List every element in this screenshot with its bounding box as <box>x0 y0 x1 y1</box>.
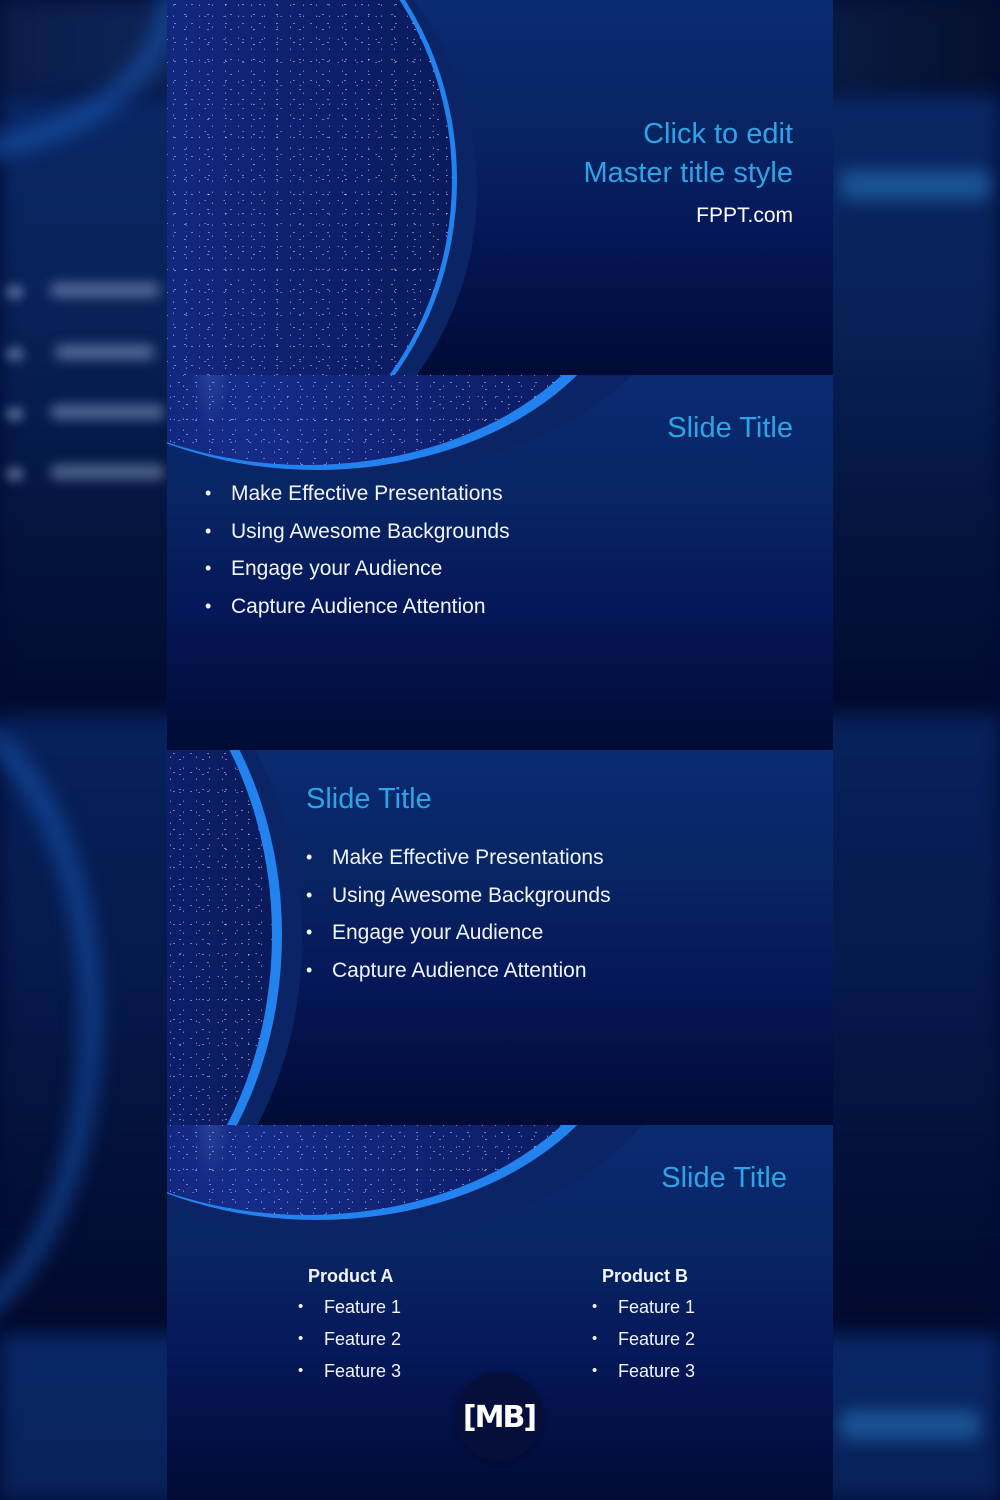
bullet-item: • Using Awesome Backgrounds <box>205 513 510 551</box>
master-title[interactable]: Click to edit Master title style <box>584 115 794 193</box>
feature-item: • Feature 2 <box>298 1323 401 1355</box>
bullet-icon: • <box>205 595 212 616</box>
slide-content-left-arc[interactable]: Slide Title • Make Effective Presentation… <box>167 750 833 1125</box>
mb-logo-icon: [MB] <box>455 1373 543 1461</box>
bullet-item: • Engage your Audience <box>306 914 611 952</box>
bullet-item: • Engage your Audience <box>205 550 510 588</box>
master-title-line: Click to edit <box>643 118 793 150</box>
bullet-icon: • <box>592 1362 598 1379</box>
slide-title-text[interactable]: Slide Title <box>306 780 432 819</box>
bullet-item: • Make Effective Presentations <box>205 475 510 513</box>
feature-item: • Feature 3 <box>592 1355 695 1387</box>
bullet-icon: • <box>298 1362 304 1379</box>
backdrop-blur-text <box>55 345 155 359</box>
bullet-icon: • <box>205 558 212 578</box>
slide-title[interactable]: Click to edit Master title style FPPT.co… <box>167 0 833 375</box>
backdrop-blur-bullet <box>6 467 24 481</box>
backdrop-blur-title <box>840 170 990 200</box>
bullet-item: • Capture Audience Attention <box>306 952 611 990</box>
master-title-line: Master title style <box>583 157 794 190</box>
bullet-item: • Using Awesome Backgrounds <box>306 877 611 915</box>
bullet-item: • Make Effective Presentations <box>306 839 611 877</box>
backdrop-blur-text <box>50 405 165 419</box>
feature-item: • Feature 3 <box>298 1355 401 1387</box>
bullet-icon: • <box>306 922 313 942</box>
bullet-icon: • <box>298 1330 304 1347</box>
comparison-column-a[interactable]: Product A • Feature 1 • Feature 2 • Feature… <box>298 1261 401 1387</box>
bullet-list[interactable]: • Make Effective Presentations • Using Awe… <box>306 839 611 989</box>
subtitle[interactable]: FPPT.com <box>696 204 793 228</box>
bullet-item: • Capture Audience Attention <box>205 588 510 626</box>
backdrop-blur-text <box>50 465 165 479</box>
bullet-icon: • <box>592 1298 598 1315</box>
slide-title-text[interactable]: Slide Title <box>661 1159 787 1198</box>
backdrop-blur-bullet <box>6 407 24 421</box>
backdrop-blur-bullet <box>6 347 24 361</box>
bullet-icon: • <box>205 483 212 503</box>
feature-list: • Feature 1 • Feature 2 • Feature 3 <box>298 1291 401 1387</box>
column-heading: Product A <box>308 1266 394 1286</box>
bullet-icon: • <box>306 884 313 905</box>
slide-content-top-arc[interactable]: Slide Title • Make Effective Presentation… <box>167 375 833 750</box>
feature-list: • Feature 1 • Feature 2 • Feature 3 <box>592 1291 695 1387</box>
bullet-icon: • <box>298 1298 304 1315</box>
backdrop-blur-title <box>840 1410 980 1440</box>
starry-sky-image <box>167 0 452 375</box>
column-heading: Product B <box>602 1266 689 1286</box>
bullet-icon: • <box>205 520 212 541</box>
bullet-icon: • <box>306 959 313 980</box>
bullet-icon: • <box>592 1330 598 1347</box>
backdrop-blur-text <box>50 283 160 297</box>
logo-text: [MB] <box>462 1399 537 1435</box>
feature-item: • Feature 1 <box>592 1291 695 1323</box>
backdrop-blur-bullet <box>6 285 24 299</box>
bullet-list[interactable]: • Make Effective Presentations • Using Awe… <box>205 475 510 625</box>
feature-item: • Feature 2 <box>592 1323 695 1355</box>
bullet-icon: • <box>306 847 313 867</box>
slide-title-text[interactable]: Slide Title <box>667 409 793 448</box>
feature-item: • Feature 1 <box>298 1291 401 1323</box>
comparison-column-b[interactable]: Product B • Feature 1 • Feature 2 • Feature… <box>592 1261 695 1387</box>
